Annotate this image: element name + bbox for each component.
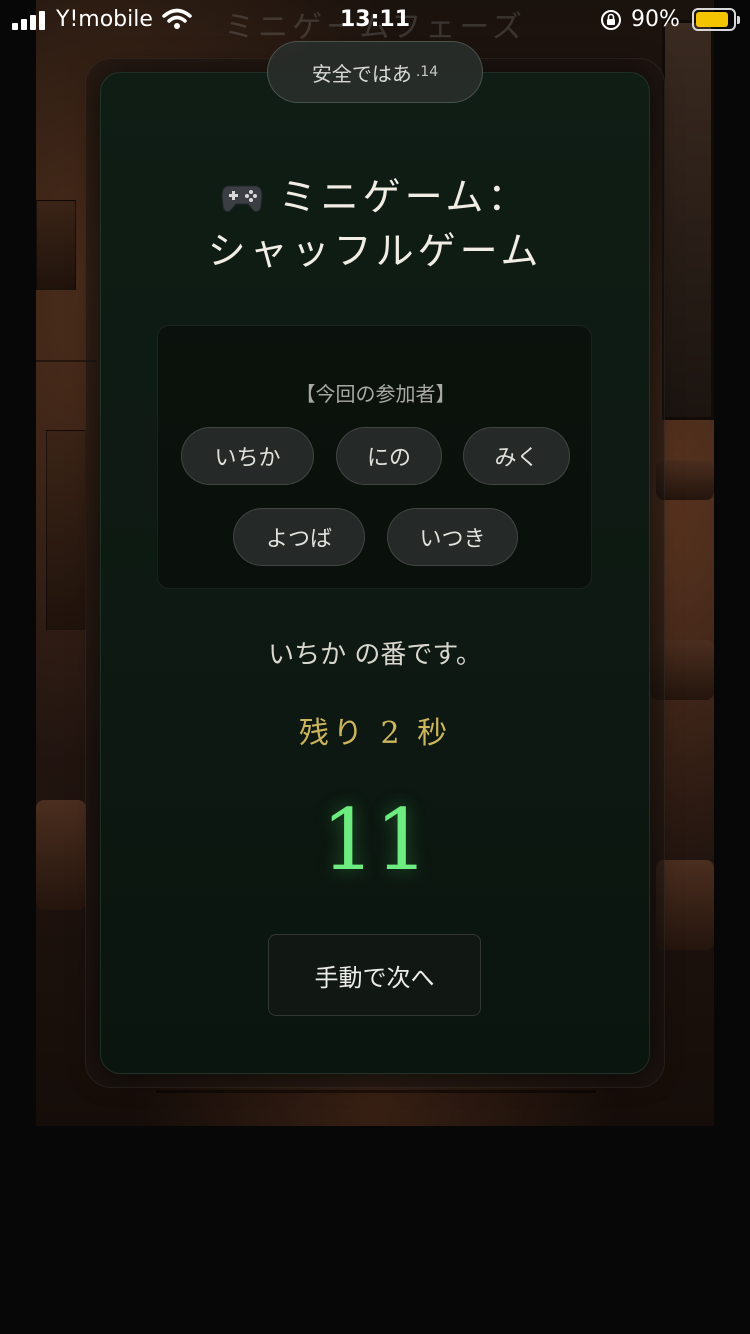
battery-nub	[737, 16, 740, 24]
participant-chip: いつき	[387, 508, 518, 566]
shuffle-number: 11	[321, 791, 429, 889]
bg-table	[36, 800, 86, 910]
battery-icon	[692, 8, 740, 31]
status-bar: ミニゲームフェーズ Y!mobile 13:11 90%	[0, 0, 750, 45]
page-title: ミニゲーム： シャッフルゲーム	[100, 170, 650, 278]
rotation-lock-icon	[601, 10, 621, 30]
url-pill[interactable]: 安全ではあ .14	[267, 41, 483, 103]
game-controller-icon	[221, 185, 263, 212]
screen: ミニゲームフェーズ Y!mobile 13:11 90% 安全ではあ .14 ミ…	[0, 0, 750, 1334]
turn-indicator: いちか の番です。	[268, 640, 482, 670]
url-pill-suffix: .14	[415, 64, 439, 80]
url-pill-text: 安全ではあ	[311, 61, 412, 86]
manual-next-button[interactable]: 手動で次へ	[268, 934, 481, 1016]
participant-chip: みく	[463, 427, 570, 485]
title-line-1: ミニゲーム：	[278, 175, 530, 219]
title-line-2: シャッフルゲーム	[207, 229, 543, 273]
participant-chip: よつば	[233, 508, 365, 566]
participants-panel: 【今回の参加者】 いちか にの みく よつば いつき	[157, 325, 592, 589]
participants-label: 【今回の参加者】	[295, 382, 456, 406]
bg-line	[156, 1090, 596, 1093]
participant-chip: にの	[336, 427, 442, 485]
participant-chip: いちか	[181, 427, 314, 485]
remaining-time: 残り 2 秒	[298, 716, 452, 751]
battery-fill	[696, 12, 728, 27]
bg-shelf	[36, 200, 76, 290]
bg-window	[662, 20, 714, 420]
battery-percent: 90%	[631, 7, 680, 32]
bg-shelf	[46, 430, 86, 630]
